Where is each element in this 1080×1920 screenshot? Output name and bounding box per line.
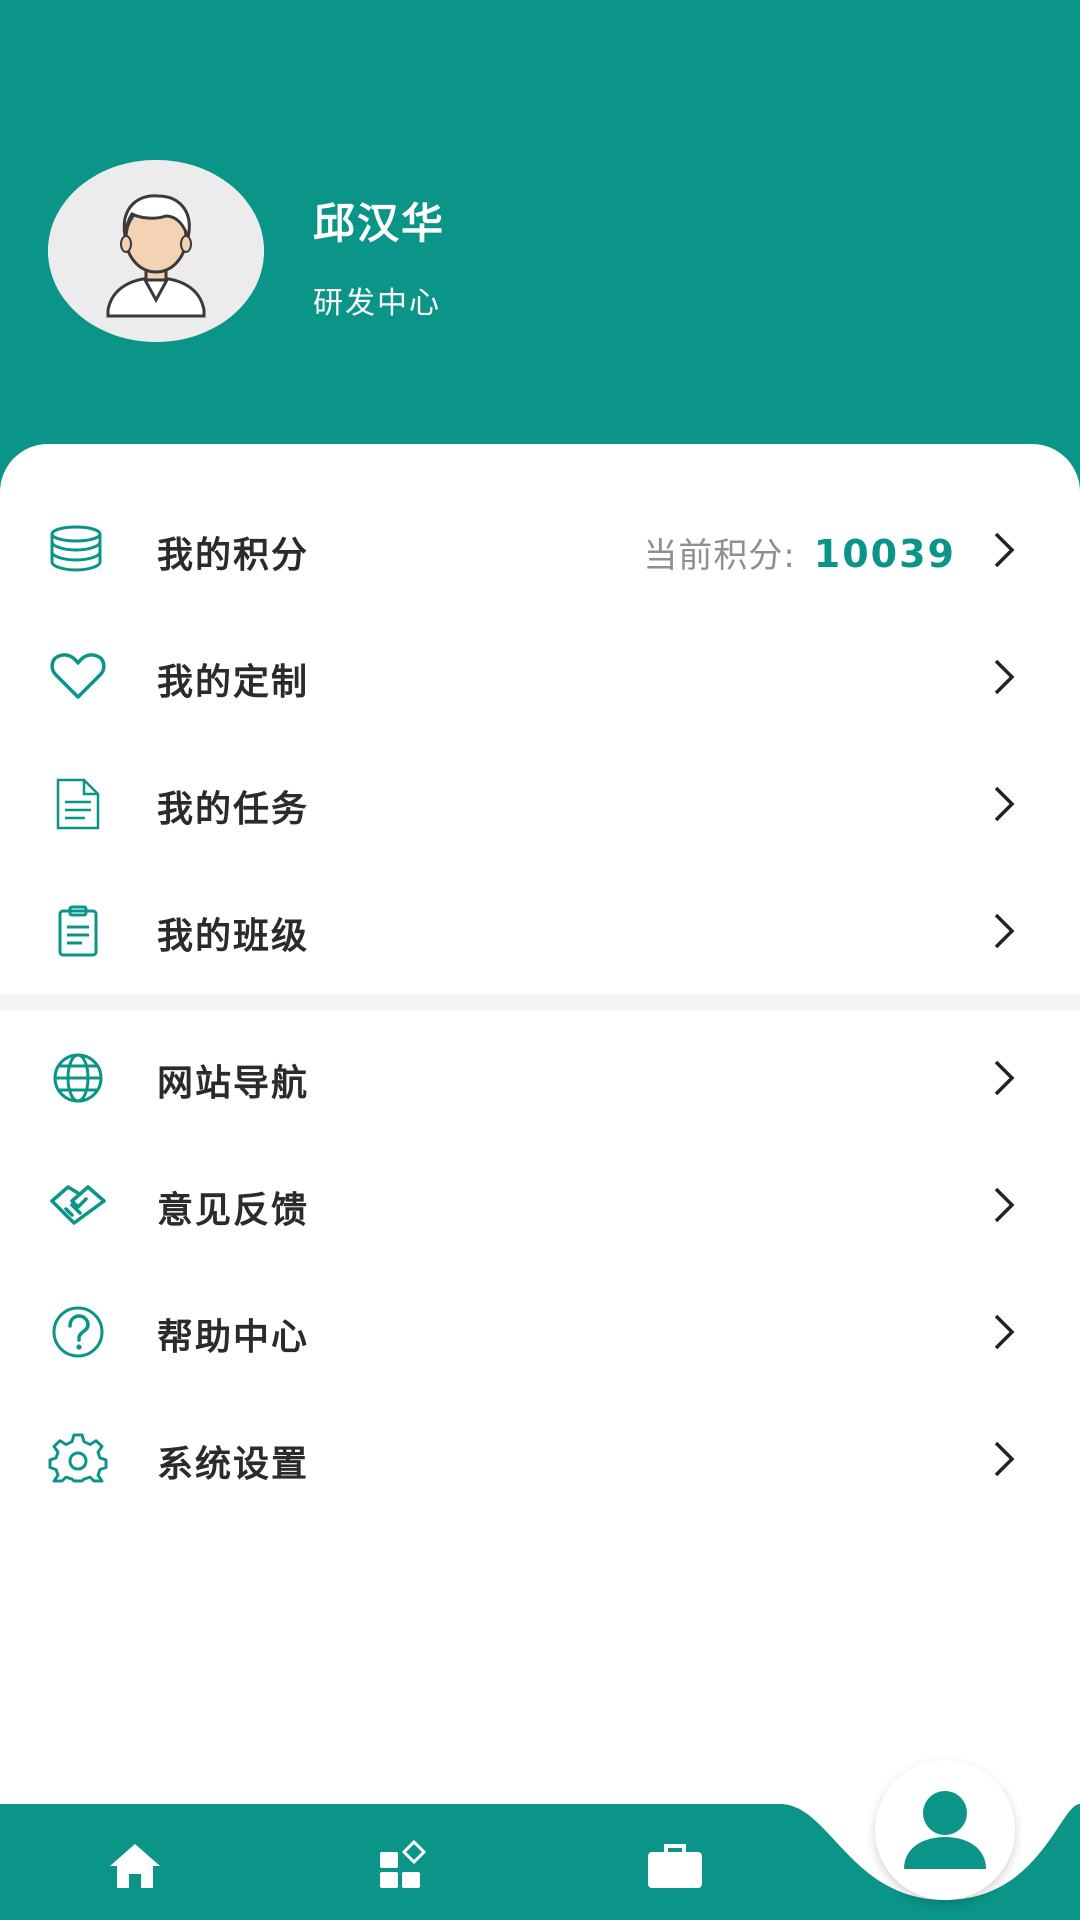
menu-label: 网站导航 xyxy=(157,1063,310,1104)
menu-panel: 我的积分 当前积分: 10039 我的定制 我的任务 我的班级 网站导航 意见反… xyxy=(0,444,1080,1804)
menu-label: 意见反馈 xyxy=(157,1190,310,1231)
question-circle-icon xyxy=(48,1306,108,1358)
menu-item-customize[interactable]: 我的定制 xyxy=(0,613,1080,740)
chevron-right-icon xyxy=(992,784,1016,824)
chevron-right-icon xyxy=(992,911,1016,951)
gear-icon xyxy=(48,1433,108,1485)
menu-item-settings[interactable]: 系统设置 xyxy=(0,1395,1080,1522)
chevron-right-icon xyxy=(992,530,1016,570)
chevron-right-icon xyxy=(992,1439,1016,1479)
chevron-right-icon xyxy=(992,657,1016,697)
menu-label: 我的任务 xyxy=(157,789,310,830)
chevron-right-icon xyxy=(992,1185,1016,1225)
tab-profile-active[interactable] xyxy=(875,1760,1015,1900)
section-divider xyxy=(0,994,1080,1010)
tab-home[interactable] xyxy=(106,1838,164,1894)
menu-group-primary: 我的积分 当前积分: 10039 我的定制 我的任务 我的班级 xyxy=(0,486,1080,994)
menu-group-secondary: 网站导航 意见反馈 帮助中心 系统设置 xyxy=(0,1014,1080,1522)
points-caption: 当前积分: xyxy=(643,536,796,576)
home-icon xyxy=(110,1844,160,1888)
user-department: 研发中心 xyxy=(313,286,441,321)
menu-label: 我的班级 xyxy=(157,916,310,957)
handshake-icon xyxy=(48,1179,108,1231)
menu-label: 系统设置 xyxy=(157,1444,310,1485)
menu-item-class[interactable]: 我的班级 xyxy=(0,867,1080,994)
document-icon xyxy=(48,778,108,830)
menu-item-feedback[interactable]: 意见反馈 xyxy=(0,1141,1080,1268)
menu-item-help[interactable]: 帮助中心 xyxy=(0,1268,1080,1395)
user-name: 邱汉华 xyxy=(313,199,446,248)
heart-icon xyxy=(48,651,108,703)
briefcase-icon xyxy=(648,1844,702,1888)
menu-item-tasks[interactable]: 我的任务 xyxy=(0,740,1080,867)
menu-item-points[interactable]: 我的积分 当前积分: 10039 xyxy=(0,486,1080,613)
clipboard-icon xyxy=(48,905,108,957)
menu-label: 我的定制 xyxy=(157,662,310,703)
apps-icon xyxy=(380,1839,427,1888)
menu-item-site-nav[interactable]: 网站导航 xyxy=(0,1014,1080,1141)
avatar-illustration xyxy=(48,160,264,342)
points-value: 10039 xyxy=(813,532,956,576)
chevron-right-icon xyxy=(992,1312,1016,1352)
menu-label: 我的积分 xyxy=(157,535,310,576)
coins-stack-icon xyxy=(48,524,108,576)
profile-header: 邱汉华 研发中心 xyxy=(0,0,1080,520)
menu-label: 帮助中心 xyxy=(157,1317,310,1358)
tab-work[interactable] xyxy=(646,1838,704,1894)
avatar[interactable] xyxy=(48,160,264,342)
points-summary: 当前积分: 10039 xyxy=(643,528,956,577)
tab-apps[interactable] xyxy=(376,1838,434,1894)
globe-icon xyxy=(48,1052,108,1104)
user-icon xyxy=(904,1791,986,1869)
chevron-right-icon xyxy=(992,1058,1016,1098)
